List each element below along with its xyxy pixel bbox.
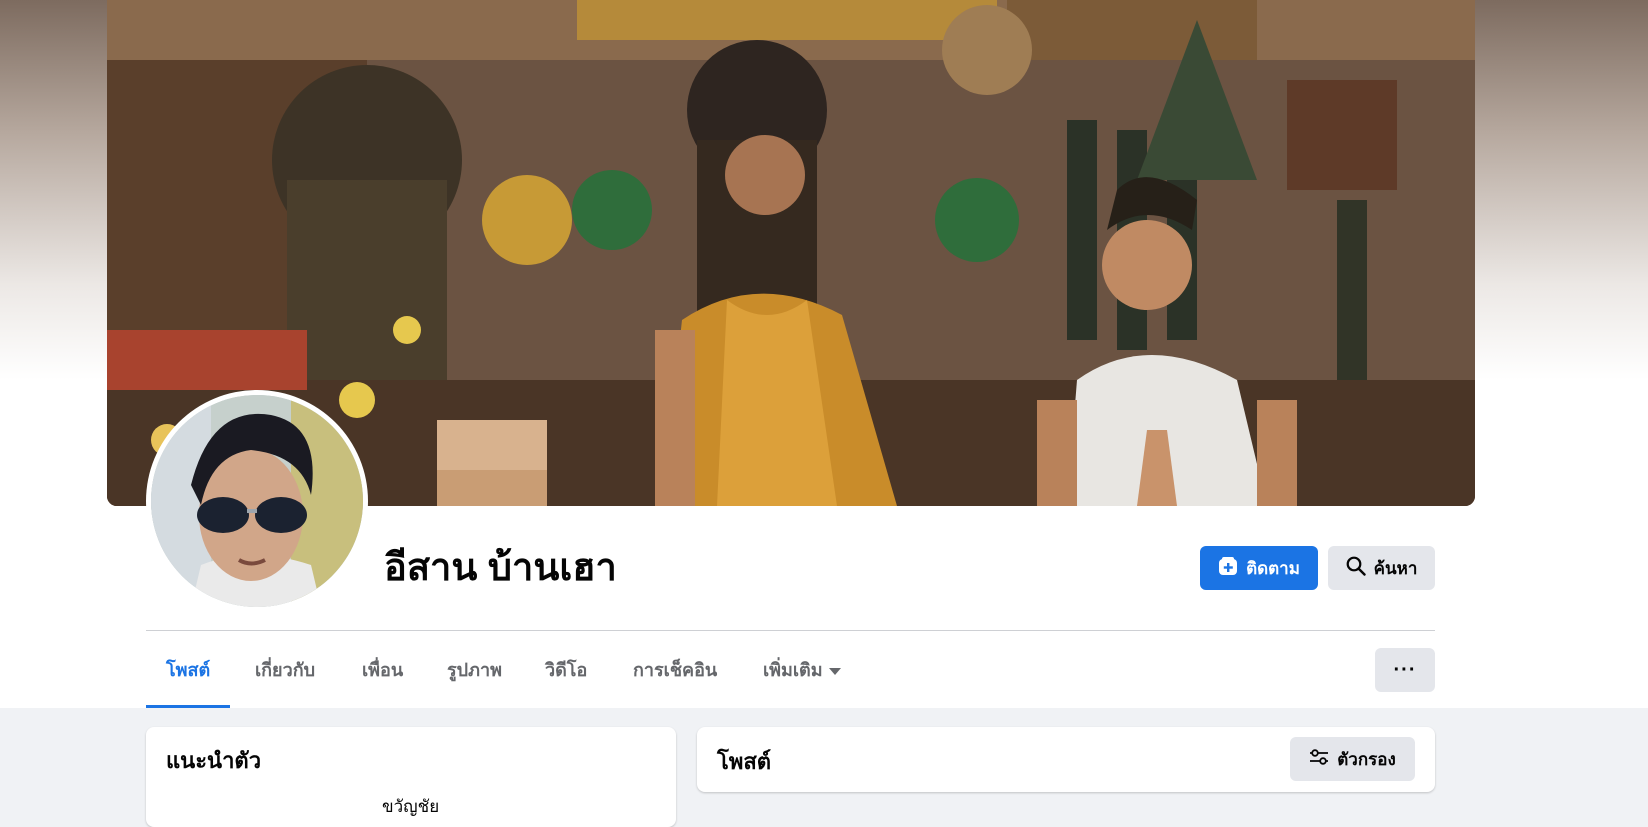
tab-label: เพื่อน — [362, 660, 404, 680]
follow-label: ติดตาม — [1246, 558, 1300, 578]
tab-label: เพิ่มเติม — [763, 660, 823, 680]
header-divider — [146, 630, 1435, 631]
tab-checkins[interactable]: การเช็คอิน — [613, 648, 737, 708]
tab-label: การเช็คอิน — [633, 660, 718, 680]
profile-picture[interactable] — [146, 390, 368, 612]
intro-card: แนะนำตัว ขวัญชัย — [146, 727, 676, 827]
filter-button[interactable]: ตัวกรอง — [1290, 737, 1415, 781]
follow-plus-icon — [1218, 556, 1238, 581]
sliders-icon — [1309, 748, 1329, 771]
tab-label: โพสต์ — [166, 660, 211, 680]
avatar-image — [151, 395, 363, 607]
ellipsis-icon: ··· — [1393, 658, 1417, 681]
search-label: ค้นหา — [1373, 558, 1418, 578]
tab-label: รูปภาพ — [447, 660, 502, 680]
tab-videos[interactable]: วิดีโอ — [525, 648, 607, 708]
profile-name: อีสาน บ้านเฮา — [384, 547, 617, 589]
tab-friends[interactable]: เพื่อน — [342, 648, 423, 708]
more-options-button[interactable]: ··· — [1375, 648, 1435, 692]
posts-title: โพสต์ — [717, 749, 772, 774]
intro-title: แนะนำตัว — [166, 748, 262, 773]
magnifier-icon — [1346, 556, 1366, 581]
profile-header: อีสาน บ้านเฮา ติดตาม ค้นหา โพสต์ เกี่ยวก… — [0, 0, 1648, 708]
tab-photos[interactable]: รูปภาพ — [427, 648, 522, 708]
avatar — [151, 395, 363, 607]
tab-more[interactable]: เพิ่มเติม — [743, 648, 861, 708]
tab-posts[interactable]: โพสต์ — [146, 648, 231, 708]
tab-about[interactable]: เกี่ยวกับ — [235, 648, 335, 708]
caret-down-icon — [828, 668, 841, 675]
filter-label: ตัวกรอง — [1337, 749, 1396, 769]
posts-header-card: โพสต์ ตัวกรอง — [697, 727, 1435, 792]
search-button[interactable]: ค้นหา — [1328, 546, 1435, 590]
tab-label: เกี่ยวกับ — [255, 660, 316, 680]
tab-label: วิดีโอ — [545, 660, 588, 680]
follow-button[interactable]: ติดตาม — [1200, 546, 1318, 590]
